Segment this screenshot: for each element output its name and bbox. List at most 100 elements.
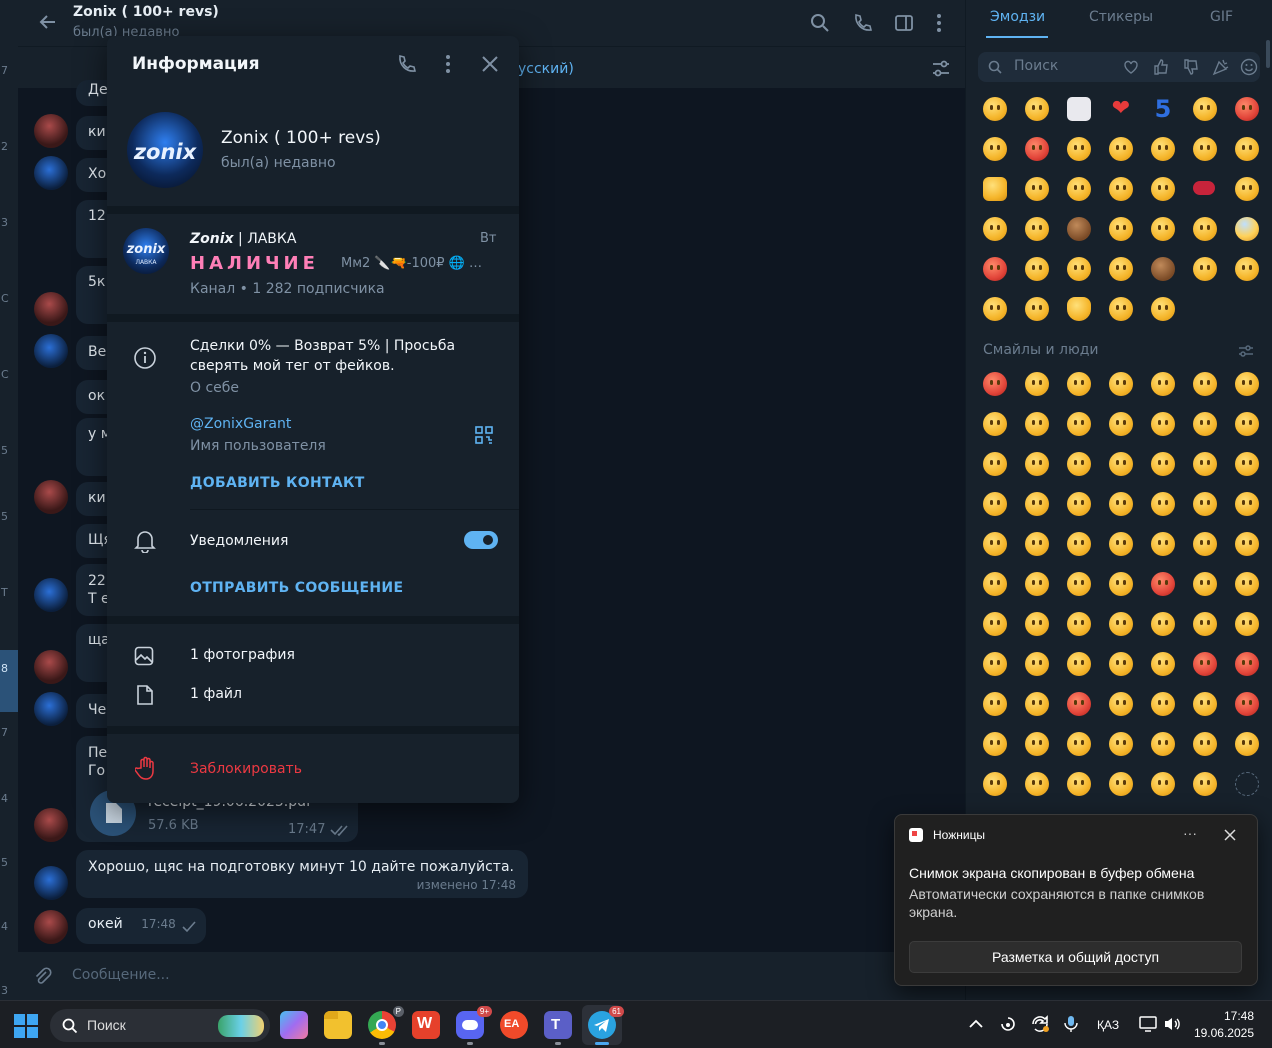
phone-icon[interactable]: [852, 13, 872, 33]
emoji-item[interactable]: [1067, 652, 1091, 676]
emoji-item[interactable]: [983, 692, 1007, 716]
emoji-item[interactable]: [1067, 492, 1091, 516]
chat-list-strip[interactable]: 7 2 3 C C 5 5 T 8 7 4 5 4 3: [0, 0, 18, 1000]
emoji-item[interactable]: [983, 612, 1007, 636]
personal-channel[interactable]: zonix ЛАВКА Zonix | ЛАВКА Вт НАЛИЧИЕ Мм2…: [107, 214, 519, 314]
emoji-item[interactable]: [983, 217, 1007, 241]
discord-icon[interactable]: 9+: [456, 1006, 492, 1045]
emoji-item[interactable]: [1151, 532, 1175, 556]
emoji-item[interactable]: [1193, 772, 1217, 796]
emoji-item[interactable]: [1025, 572, 1049, 596]
emoji-item[interactable]: [1193, 692, 1217, 716]
emoji-item[interactable]: [1025, 532, 1049, 556]
emoji-item[interactable]: [1109, 412, 1133, 436]
emoji-item[interactable]: [1151, 257, 1175, 281]
emoji-item[interactable]: [983, 452, 1007, 476]
emoji-item[interactable]: [983, 772, 1007, 796]
emoji-item[interactable]: [1067, 177, 1091, 201]
emoji-item[interactable]: [1235, 732, 1259, 756]
emoji-item[interactable]: [1025, 612, 1049, 636]
party-icon[interactable]: [1212, 58, 1230, 76]
emoji-item[interactable]: [1235, 257, 1259, 281]
emoji-item[interactable]: [983, 177, 1007, 201]
emoji-item[interactable]: [1109, 532, 1133, 556]
avatar[interactable]: [34, 156, 68, 190]
emoji-item[interactable]: [1067, 772, 1091, 796]
emoji-item[interactable]: [1109, 692, 1133, 716]
emoji-item[interactable]: [1193, 412, 1217, 436]
file-explorer-icon[interactable]: [324, 1011, 352, 1039]
emoji-item[interactable]: 5: [1151, 97, 1175, 121]
copilot-icon[interactable]: [280, 1011, 308, 1039]
windows-start-icon[interactable]: [14, 1014, 38, 1038]
emoji-item[interactable]: [1193, 732, 1217, 756]
emoji-item[interactable]: [1235, 532, 1259, 556]
emoji-item[interactable]: [1109, 612, 1133, 636]
avatar[interactable]: [34, 114, 68, 148]
tab-gif[interactable]: GIF: [1210, 9, 1233, 25]
emoji-item[interactable]: [1067, 97, 1091, 121]
ea-app-icon[interactable]: EA: [500, 1011, 528, 1039]
emoji-item[interactable]: [1025, 652, 1049, 676]
scrollbar[interactable]: [1266, 40, 1270, 68]
emoji-item[interactable]: [1193, 612, 1217, 636]
emoji-item[interactable]: [1025, 97, 1049, 121]
emoji-item[interactable]: [1193, 257, 1217, 281]
emoji-item[interactable]: [1151, 612, 1175, 636]
emoji-item[interactable]: [1067, 137, 1091, 161]
emoji-item[interactable]: [1151, 137, 1175, 161]
emoji-item[interactable]: [1151, 572, 1175, 596]
chrome-icon[interactable]: P: [368, 1006, 404, 1045]
emoji-item[interactable]: [1025, 732, 1049, 756]
photos-row[interactable]: 1 фотография: [107, 636, 519, 676]
emoji-item[interactable]: [1025, 217, 1049, 241]
block-row[interactable]: Заблокировать: [107, 734, 519, 803]
emoji-item[interactable]: [1235, 217, 1259, 241]
section-settings-icon[interactable]: [1238, 344, 1254, 358]
emoji-item[interactable]: [1151, 412, 1175, 436]
telegram-icon[interactable]: 61: [588, 1006, 624, 1045]
emoji-item[interactable]: [1109, 297, 1133, 321]
emoji-item[interactable]: [983, 97, 1007, 121]
emoji-item[interactable]: [1235, 612, 1259, 636]
emoji-item[interactable]: [1193, 572, 1217, 596]
emoji-item[interactable]: [1109, 257, 1133, 281]
emoji-item[interactable]: [1067, 257, 1091, 281]
avatar[interactable]: [34, 292, 68, 326]
emoji-item[interactable]: [1067, 572, 1091, 596]
microphone-icon[interactable]: [1064, 1015, 1078, 1033]
avatar[interactable]: [34, 480, 68, 514]
emoji-item[interactable]: [1025, 177, 1049, 201]
filter-icon[interactable]: [931, 59, 951, 79]
emoji-item[interactable]: [1151, 492, 1175, 516]
username-link[interactable]: @ZonixGarant: [190, 416, 291, 432]
add-contact-button[interactable]: ДОБАВИТЬ КОНТАКТ: [190, 475, 365, 491]
emoji-search[interactable]: Поиск: [978, 52, 1260, 82]
markup-share-button[interactable]: Разметка и общий доступ: [909, 941, 1242, 973]
emoji-item[interactable]: [1235, 412, 1259, 436]
emoji-item[interactable]: [1109, 177, 1133, 201]
emoji-item[interactable]: [1193, 217, 1217, 241]
emoji-item[interactable]: [1235, 137, 1259, 161]
wps-office-icon[interactable]: W: [412, 1011, 440, 1039]
thumbs-down-icon[interactable]: [1182, 58, 1200, 76]
thumbs-up-icon[interactable]: [1152, 58, 1170, 76]
emoji-item[interactable]: [1151, 772, 1175, 796]
more-icon[interactable]: [934, 13, 944, 33]
emoji-item[interactable]: [1193, 532, 1217, 556]
sync-icon[interactable]: [1000, 1016, 1016, 1032]
more-icon[interactable]: [443, 54, 453, 74]
emoji-item[interactable]: [1109, 732, 1133, 756]
more-icon[interactable]: ···: [1183, 825, 1197, 841]
update-icon[interactable]: [1030, 1014, 1050, 1034]
emoji-item[interactable]: [1067, 452, 1091, 476]
message-bubble[interactable]: окей 17:48: [76, 908, 206, 944]
chevron-up-icon[interactable]: [969, 1019, 983, 1029]
avatar[interactable]: [34, 578, 68, 612]
emoji-item[interactable]: [1235, 492, 1259, 516]
emoji-item[interactable]: [1067, 732, 1091, 756]
avatar[interactable]: [34, 650, 68, 684]
smile-icon[interactable]: [1240, 58, 1258, 76]
emoji-item[interactable]: [1109, 372, 1133, 396]
block-button[interactable]: Заблокировать: [190, 761, 302, 777]
